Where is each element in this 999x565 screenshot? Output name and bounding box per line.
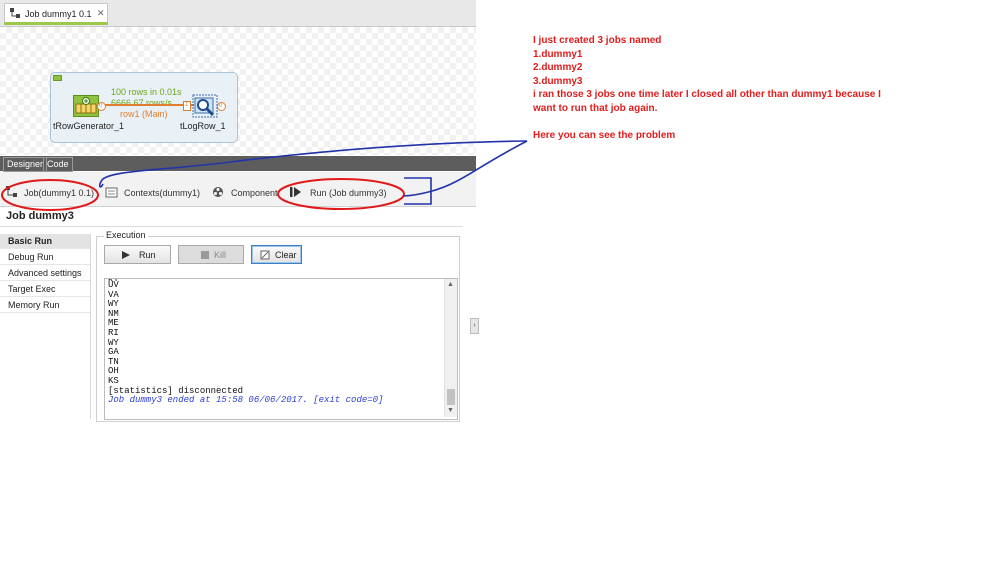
annotation-note: I just created 3 jobs named 1.dummy1 2.d…: [533, 34, 953, 143]
note-line: I just created 3 jobs named: [533, 35, 662, 46]
note-line: [533, 116, 953, 130]
highlight-job-tab: [1, 179, 99, 211]
note-line: 1.dummy1: [533, 48, 583, 60]
annotation-connector-line: [404, 177, 432, 205]
annotation-arrow-to-run-tab: [403, 140, 528, 197]
note-line: 3.dummy3: [533, 75, 583, 87]
note-line: want to run that job again.: [533, 102, 658, 114]
note-line: i ran those 3 jobs one time later I clos…: [533, 89, 881, 101]
note-line: Here you can see the problem: [533, 130, 676, 142]
note-line: 2.dummy2: [533, 62, 583, 74]
highlight-run-tab: [277, 178, 405, 210]
